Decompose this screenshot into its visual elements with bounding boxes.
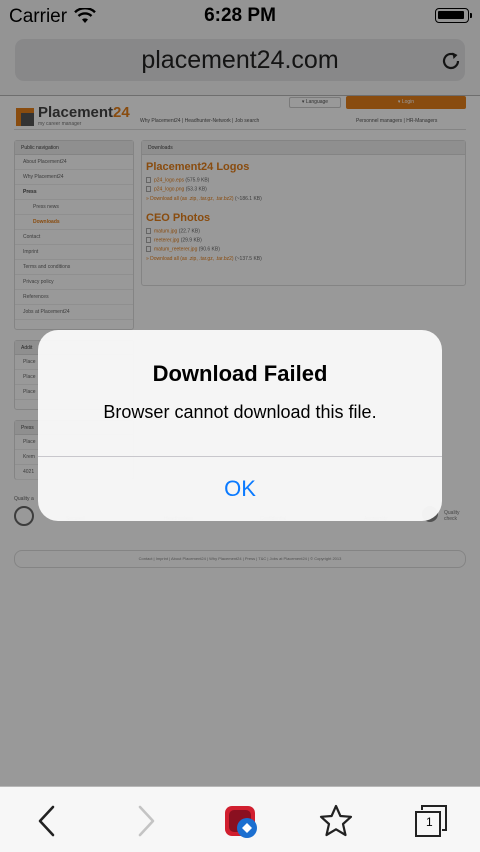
browser-toolbar: 1 <box>0 786 480 852</box>
tabs-button[interactable]: 1 <box>410 801 450 841</box>
alert-dialog: Download Failed Browser cannot download … <box>38 330 442 521</box>
back-icon[interactable] <box>28 801 68 841</box>
alert-message: Browser cannot download this file. <box>103 402 377 422</box>
extension-icon[interactable] <box>220 801 260 841</box>
ok-button[interactable]: OK <box>38 457 442 521</box>
alert-title: Download Failed <box>152 361 328 386</box>
forward-icon[interactable] <box>126 801 166 841</box>
bookmark-star-icon[interactable] <box>316 801 356 841</box>
tab-count: 1 <box>426 815 433 829</box>
